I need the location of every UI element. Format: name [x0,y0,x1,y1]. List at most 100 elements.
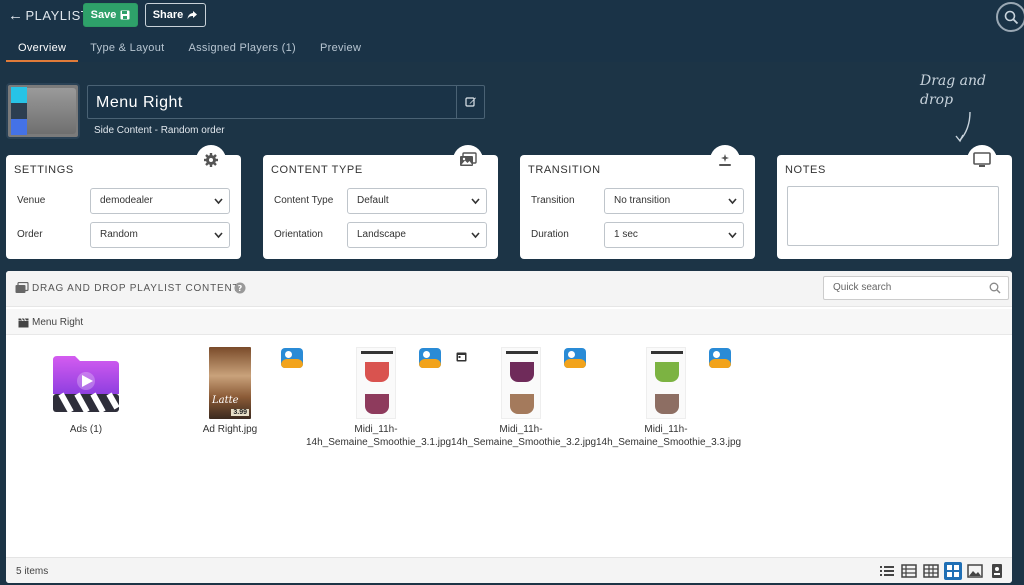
transition-card: TRANSITION Transition No transition Dura… [520,145,755,259]
global-search-button[interactable] [996,2,1024,32]
orientation-select[interactable]: Landscape [347,222,487,248]
smoothie-image [501,347,541,419]
duration-label: Duration [531,229,569,240]
back-label: PLAYLIST [25,8,90,23]
duration-value: 1 sec [614,229,638,240]
clapperboard-icon [18,317,29,327]
chevron-down-icon [471,189,480,223]
edit-icon [464,97,476,107]
drag-hint-text: Drag and drop [920,73,987,108]
image-type-icon [709,348,731,368]
image-type-icon [564,348,586,368]
tab-assigned-players[interactable]: Assigned Players (1) [176,38,308,62]
top-bar: ← PLAYLIST Save Share Overview Type & La… [0,0,1024,62]
thumb-block-dark [11,103,27,119]
card-view-icon[interactable] [988,562,1006,580]
panel-title: DRAG AND DROP PLAYLIST CONTENT [32,283,240,294]
edit-title-button[interactable] [456,86,484,118]
transition-title: TRANSITION [528,164,601,176]
chevron-down-icon [471,223,480,257]
content-item-smoothie-3-1[interactable]: Midi_11h- 14h_Semaine_Smoothie_3.1.jpg [306,347,467,449]
chevron-down-icon [728,189,737,223]
item-label-line2: 14h_Semaine_Smoothie_3.3.jpg [596,437,742,448]
orientation-value: Landscape [357,229,406,240]
playlist-thumbnail[interactable] [6,83,80,139]
item-label-line2: 14h_Semaine_Smoothie_3.1.jpg [306,437,452,448]
item-label: Midi_11h- 14h_Semaine_Smoothie_3.2.jpg [451,423,597,449]
chevron-down-icon [214,223,223,257]
table-view-icon[interactable] [922,562,940,580]
item-label-line2: 14h_Semaine_Smoothie_3.2.jpg [451,437,597,448]
tab-type-layout[interactable]: Type & Layout [78,38,176,62]
content-item-ads-folder[interactable]: Ads (1) [46,354,126,444]
svg-text:?: ? [238,284,243,293]
item-count: 5 items [16,566,49,577]
order-value: Random [100,229,138,240]
content-item-smoothie-3-3[interactable]: Midi_11h- 14h_Semaine_Smoothie_3.3.jpg [596,347,746,449]
chevron-down-icon [214,189,223,223]
gear-icon [196,145,226,175]
monitor-icon [967,145,997,175]
item-label-line1: Midi_11h- [644,424,688,435]
item-label-line1: Midi_11h- [499,424,543,435]
detail-list-view-icon[interactable] [900,562,918,580]
item-label: Midi_11h- 14h_Semaine_Smoothie_3.1.jpg [306,423,452,449]
notes-title: NOTES [785,164,826,176]
price-tag: 3.99 [231,409,249,416]
thumb-block-blue [11,119,27,135]
transition-label: Transition [531,195,575,206]
playlist-subtitle: Side Content - Random order [94,125,225,136]
venue-value: demodealer [100,195,153,206]
breadcrumb-label: Menu Right [32,317,84,328]
order-select[interactable]: Random [90,222,230,248]
notes-card: NOTES [777,145,1012,259]
quick-search-input[interactable]: Quick search [823,276,1009,300]
content-type-title: CONTENT TYPE [271,164,363,176]
arrow-left-icon: ← [8,7,24,24]
breadcrumb[interactable]: Menu Right [18,317,83,328]
help-icon[interactable]: ? [234,282,246,294]
content-type-label: Content Type [274,195,334,206]
share-button[interactable]: Share [145,3,206,27]
share-button-label: Share [152,9,184,21]
smoothie-image [356,347,396,419]
tab-preview[interactable]: Preview [308,38,373,62]
playlist-title: Menu Right [96,94,183,111]
save-button[interactable]: Save [83,3,138,27]
item-label: Midi_11h- 14h_Semaine_Smoothie_3.3.jpg [596,423,742,449]
item-label: Ad Right.jpg [202,424,258,435]
grid-view-icon[interactable] [944,562,962,580]
content-type-value: Default [357,195,389,206]
content-item-smoothie-3-2[interactable]: Midi_11h- 14h_Semaine_Smoothie_3.2.jpg [451,347,601,449]
smoothie-image [646,347,686,419]
latte-image: Latte 3.99 [209,347,251,419]
playlist-title-field[interactable]: Menu Right [87,85,485,119]
tab-overview[interactable]: Overview [6,38,79,62]
quick-search-placeholder: Quick search [833,282,892,293]
back-link[interactable]: ← PLAYLIST [8,7,89,24]
playlist-content-panel: DRAG AND DROP PLAYLIST CONTENT ? Quick s… [6,271,1012,583]
order-label: Order [17,229,43,240]
tab-bar: Overview Type & Layout Assigned Players … [6,38,373,62]
panel-footer: 5 items [6,557,1012,583]
item-label: Ads (1) [69,424,103,435]
image-view-icon[interactable] [966,562,984,580]
content-type-card: CONTENT TYPE Content Type Default Orient… [263,145,498,259]
breadcrumb-bar: Menu Right [6,309,1012,335]
save-button-label: Save [90,9,117,21]
content-type-select[interactable]: Default [347,188,487,214]
content-item-ad-right[interactable]: Latte 3.99 Ad Right.jpg [192,347,312,447]
latte-script: Latte [212,395,239,406]
settings-title: SETTINGS [14,164,74,176]
transition-select[interactable]: No transition [604,188,744,214]
venue-select[interactable]: demodealer [90,188,230,214]
thumb-block-cyan [11,87,27,103]
item-label-line1: Midi_11h- [354,424,398,435]
list-view-icon[interactable] [878,562,896,580]
panel-header: DRAG AND DROP PLAYLIST CONTENT ? Quick s… [6,271,1012,307]
duration-select[interactable]: 1 sec [604,222,744,248]
notes-textarea[interactable] [787,186,999,246]
images-icon [453,145,483,175]
search-icon [989,282,1001,294]
magic-icon [710,145,740,175]
